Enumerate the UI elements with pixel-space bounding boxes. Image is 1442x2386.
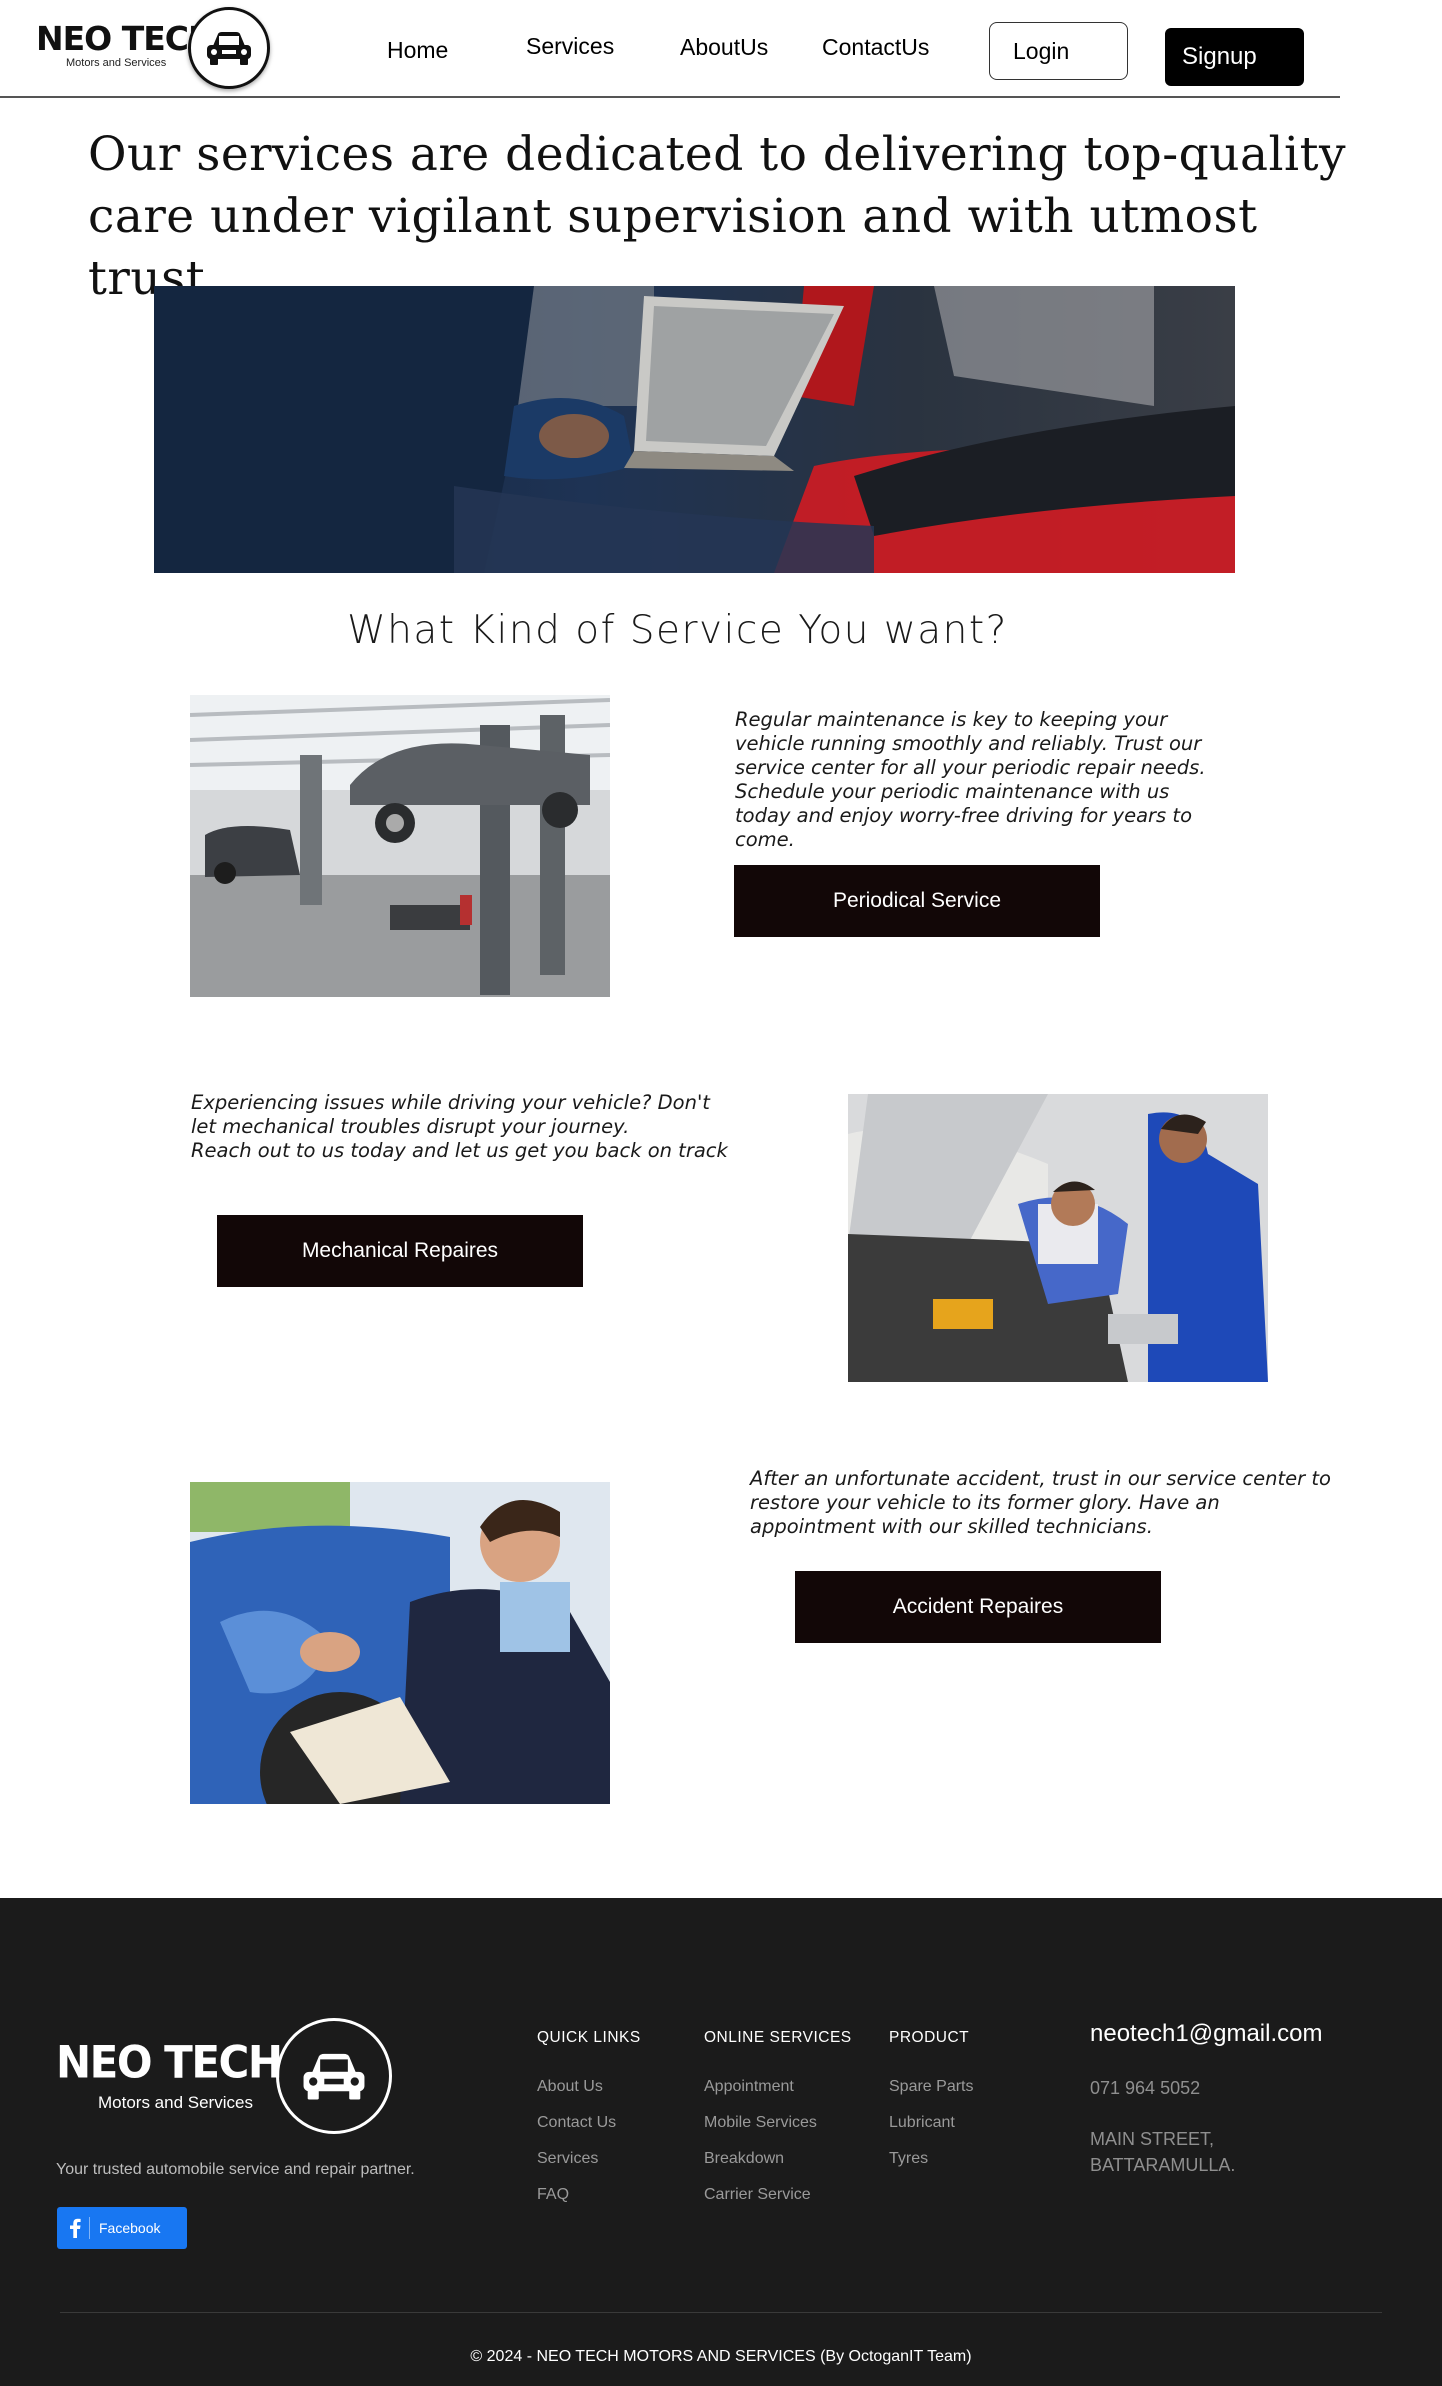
facebook-button[interactable]: Facebook: [57, 2207, 187, 2249]
footer-copyright: © 2024 - NEO TECH MOTORS AND SERVICES (B…: [470, 2348, 972, 2365]
mechanical-repairs-mechanics-image: [848, 1094, 1268, 1382]
footer-divider: [60, 2312, 1382, 2313]
footer-car-logo-icon: [276, 2018, 392, 2134]
site-header: NEO TECH Motors and Services Home Servic…: [0, 0, 1340, 98]
nav-services[interactable]: Services: [526, 33, 614, 60]
site-footer: NEO TECH Motors and Services Your truste…: [0, 1898, 1442, 2386]
footer-link-mobile-services[interactable]: Mobile Services: [704, 2114, 817, 2132]
mechanical-repairs-description: Experiencing issues while driving your v…: [191, 1091, 728, 1162]
quick-links-heading: QUICK LINKS: [537, 2029, 641, 2046]
footer-link-contact-us[interactable]: Contact Us: [537, 2114, 616, 2132]
nav-contact[interactable]: ContactUs: [822, 34, 929, 61]
footer-link-carrier-service[interactable]: Carrier Service: [704, 2186, 811, 2204]
periodical-service-button[interactable]: Periodical Service: [734, 865, 1100, 937]
product-heading: PRODUCT: [889, 2029, 970, 2046]
signup-button[interactable]: Signup: [1165, 28, 1304, 86]
footer-link-faq[interactable]: FAQ: [537, 2186, 569, 2204]
car-logo-icon[interactable]: [188, 7, 270, 89]
mechanical-repairs-button[interactable]: Mechanical Repaires: [217, 1215, 583, 1287]
footer-link-tyres[interactable]: Tyres: [889, 2150, 928, 2168]
nav-home[interactable]: Home: [387, 37, 448, 64]
online-services-heading: ONLINE SERVICES: [704, 2029, 852, 2046]
footer-logo-text: NEO TECH: [56, 2036, 283, 2089]
facebook-divider: [89, 2217, 90, 2239]
footer-link-about-us[interactable]: About Us: [537, 2078, 603, 2096]
accident-repairs-button[interactable]: Accident Repaires: [795, 1571, 1161, 1643]
logo-subtext: Motors and Services: [66, 57, 167, 69]
nav-about[interactable]: AboutUs: [680, 34, 768, 61]
footer-link-lubricant[interactable]: Lubricant: [889, 2114, 955, 2132]
footer-tagline: Your trusted automobile service and repa…: [56, 2161, 415, 2178]
footer-link-services[interactable]: Services: [537, 2150, 598, 2168]
footer-address: MAIN STREET, BATTARAMULLA.: [1090, 2129, 1236, 2175]
accident-repairs-description: After an unfortunate accident, trust in …: [750, 1467, 1331, 1538]
accident-repairs-inspector-image: [190, 1482, 610, 1804]
facebook-label: Facebook: [99, 2220, 161, 2236]
hero-mechanic-laptop-image: [154, 286, 1235, 573]
footer-email[interactable]: neotech1@gmail.com: [1090, 2020, 1322, 2048]
periodical-service-description: Regular maintenance is key to keeping yo…: [735, 708, 1206, 851]
footer-link-spare-parts[interactable]: Spare Parts: [889, 2078, 973, 2096]
footer-phone: 071 964 5052: [1090, 2078, 1201, 2098]
footer-link-appointment[interactable]: Appointment: [704, 2078, 794, 2096]
login-button[interactable]: Login: [989, 22, 1128, 80]
periodical-service-garage-image: [190, 695, 610, 997]
section-title: What Kind of Service You want?: [347, 608, 1008, 653]
hero-heading: Our services are dedicated to delivering…: [88, 127, 1347, 306]
footer-link-breakdown[interactable]: Breakdown: [704, 2150, 784, 2168]
footer-logo-subtext: Motors and Services: [98, 2093, 253, 2112]
facebook-icon: [70, 2218, 81, 2238]
